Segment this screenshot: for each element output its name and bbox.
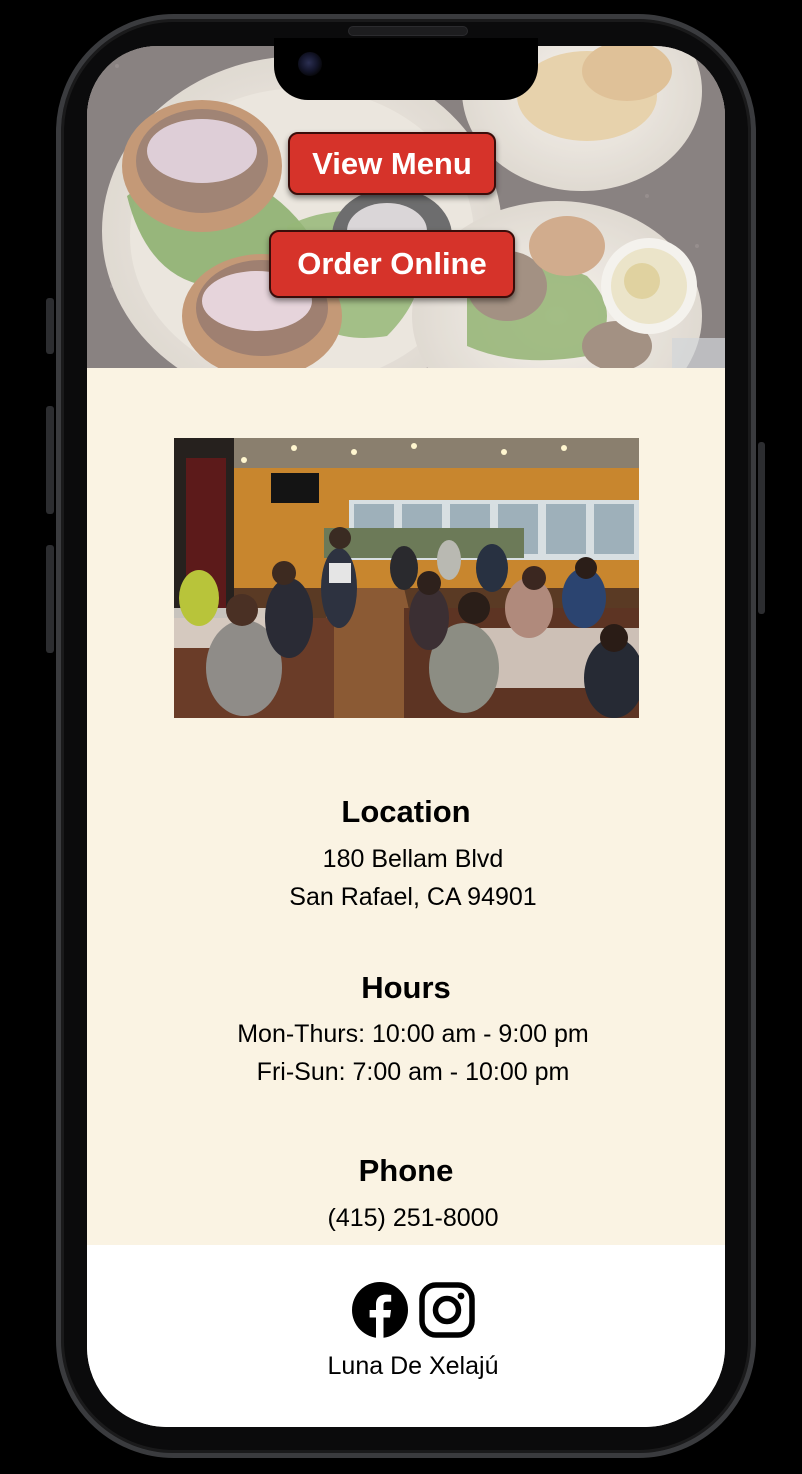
hours-weekend: Fri-Sun: 7:00 am - 10:00 pm [256,1058,570,1086]
order-online-button[interactable]: Order Online [269,230,515,298]
phone-power-button [758,442,765,614]
facebook-icon[interactable] [352,1282,408,1338]
address-line-1: 180 Bellam Blvd [322,845,504,873]
phone-volume-up-button [46,406,54,514]
location-heading: Location [341,794,471,829]
address-line-2: San Rafael, CA 94901 [289,883,537,911]
hours-heading: Hours [361,970,451,1005]
instagram-icon[interactable] [419,1282,475,1338]
phone-action-button [46,298,54,354]
brand-name: Luna De Xelajú [327,1352,499,1380]
phone-volume-down-button [46,545,54,653]
phone-speaker [348,26,468,36]
restaurant-interior-photo [174,438,639,718]
footer: Luna De Xelajú [87,1245,725,1427]
phone-screen: View Menu Order Online Location 180 Bell… [87,46,725,1427]
phone-heading: Phone [358,1153,454,1188]
info-section: Location 180 Bellam Blvd San Rafael, CA … [87,368,725,1245]
view-menu-button[interactable]: View Menu [288,132,496,195]
hours-weekday: Mon-Thurs: 10:00 am - 9:00 pm [237,1020,589,1048]
front-camera [298,52,322,76]
phone-number[interactable]: (415) 251-8000 [87,1204,725,1233]
